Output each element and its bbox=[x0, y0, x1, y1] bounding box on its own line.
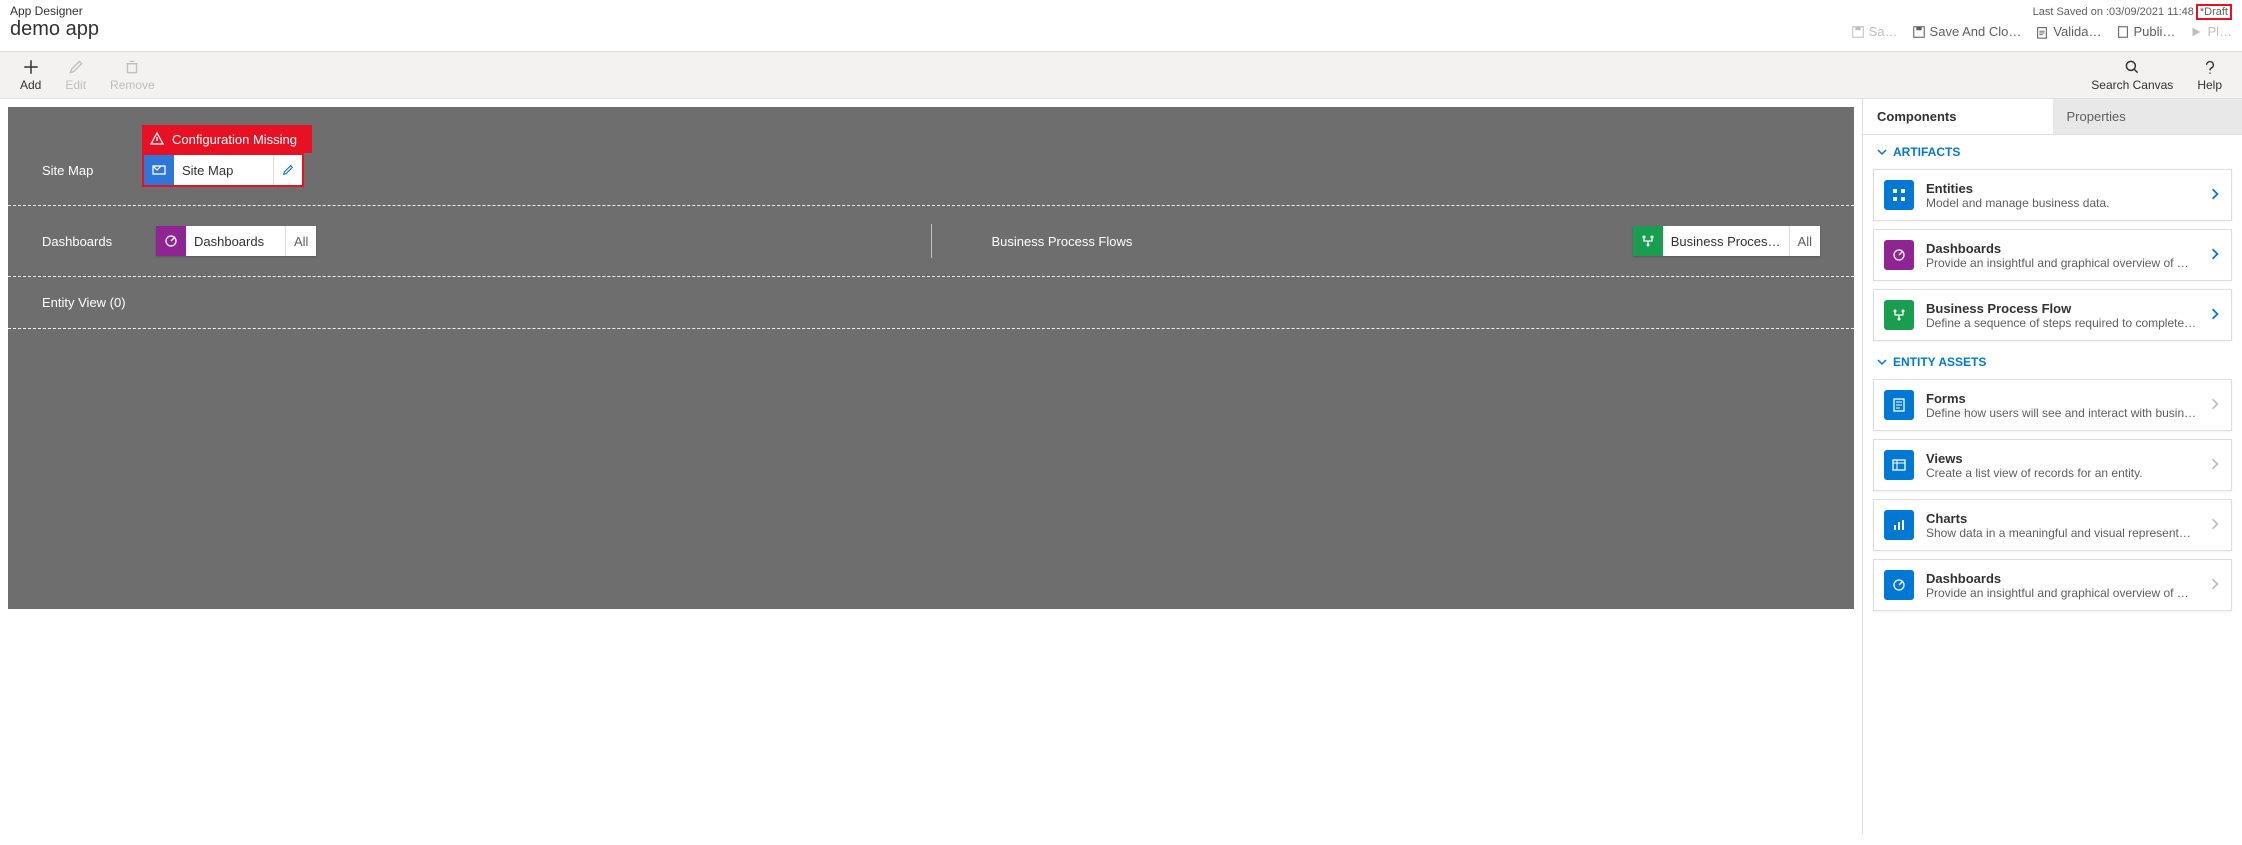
add-button[interactable]: Add bbox=[20, 58, 41, 92]
save-icon bbox=[1851, 25, 1865, 39]
remove-button: Remove bbox=[110, 58, 155, 92]
canvas-area: Configuration Missing Site Map Site Map bbox=[0, 99, 1862, 834]
tab-properties[interactable]: Properties bbox=[2053, 99, 2242, 135]
draft-badge: *Draft bbox=[2196, 4, 2232, 20]
tab-components[interactable]: Components bbox=[1863, 99, 2053, 135]
search-icon bbox=[2123, 58, 2141, 76]
app-title: demo app bbox=[10, 18, 99, 41]
bpf-all-link[interactable]: All bbox=[1790, 234, 1820, 249]
play-icon bbox=[2189, 25, 2203, 39]
publish-button[interactable]: Publi… bbox=[2116, 24, 2176, 39]
card-bpf[interactable]: Business Process Flow Define a sequence … bbox=[1873, 289, 2232, 341]
edit-button: Edit bbox=[65, 58, 86, 92]
toolbar: Add Edit Remove Search Canvas Help bbox=[0, 52, 2242, 99]
validate-icon bbox=[2035, 25, 2049, 39]
card-charts[interactable]: Charts Show data in a meaningful and vis… bbox=[1873, 499, 2232, 551]
validate-button[interactable]: Valida… bbox=[2035, 24, 2101, 39]
header-bar: App Designer demo app Last Saved on :03/… bbox=[0, 0, 2242, 52]
dashboards-label: Dashboards bbox=[42, 234, 142, 249]
group-artifacts[interactable]: ARTIFACTS bbox=[1863, 135, 2242, 165]
site-map-label: Site Map bbox=[42, 163, 142, 178]
last-saved-text: Last Saved on :03/09/2021 11:48 bbox=[2033, 6, 2194, 18]
plus-icon bbox=[22, 58, 40, 76]
pencil-icon bbox=[67, 58, 85, 76]
entity-view-label: Entity View (0) bbox=[42, 295, 126, 310]
chevron-right-icon bbox=[2209, 188, 2221, 203]
save-and-close-button[interactable]: Save And Clo… bbox=[1912, 24, 2022, 39]
edit-sitemap-button[interactable] bbox=[274, 155, 302, 185]
chevron-down-icon bbox=[1877, 357, 1887, 367]
forms-icon bbox=[1884, 390, 1914, 420]
card-views[interactable]: Views Create a list view of records for … bbox=[1873, 439, 2232, 491]
help-icon bbox=[2201, 58, 2219, 76]
chevron-right-icon bbox=[2209, 248, 2221, 263]
chevron-right-icon bbox=[2209, 308, 2221, 323]
save-button[interactable]: Sa… bbox=[1851, 24, 1898, 39]
charts-icon bbox=[1884, 510, 1914, 540]
save-status: Last Saved on :03/09/2021 11:48 *Draft bbox=[2033, 4, 2232, 20]
divider bbox=[931, 224, 932, 258]
bpf-label: Business Process Flows bbox=[992, 234, 1133, 249]
card-dashboards[interactable]: Dashboards Provide an insightful and gra… bbox=[1873, 229, 2232, 281]
bpf-tile[interactable]: Business Proces… All bbox=[1633, 226, 1820, 256]
entities-icon bbox=[1884, 180, 1914, 210]
right-panel: Components Properties ARTIFACTS Entities… bbox=[1862, 99, 2242, 834]
dashboard-icon bbox=[1884, 240, 1914, 270]
flow-icon bbox=[1884, 300, 1914, 330]
chevron-right-icon bbox=[2209, 458, 2221, 473]
group-entity-assets[interactable]: ENTITY ASSETS bbox=[1863, 345, 2242, 375]
card-dashboards-asset[interactable]: Dashboards Provide an insightful and gra… bbox=[1873, 559, 2232, 611]
dashboards-tile[interactable]: Dashboards All bbox=[156, 226, 316, 256]
play-button[interactable]: Pl… bbox=[2189, 24, 2232, 39]
chevron-right-icon bbox=[2209, 518, 2221, 533]
sitemap-icon bbox=[144, 155, 174, 185]
chevron-down-icon bbox=[1877, 147, 1887, 157]
publish-icon bbox=[2116, 25, 2130, 39]
trash-icon bbox=[123, 58, 141, 76]
search-canvas-button[interactable]: Search Canvas bbox=[2091, 58, 2173, 92]
dashboard-icon bbox=[156, 226, 186, 256]
chevron-right-icon bbox=[2209, 578, 2221, 593]
card-entities[interactable]: Entities Model and manage business data. bbox=[1873, 169, 2232, 221]
save-close-icon bbox=[1912, 25, 1926, 39]
card-forms[interactable]: Forms Define how users will see and inte… bbox=[1873, 379, 2232, 431]
help-button[interactable]: Help bbox=[2197, 58, 2222, 92]
site-map-tile[interactable]: Site Map bbox=[142, 153, 304, 187]
views-icon bbox=[1884, 450, 1914, 480]
chevron-right-icon bbox=[2209, 398, 2221, 413]
breadcrumb: App Designer bbox=[10, 4, 99, 18]
flow-icon bbox=[1633, 226, 1663, 256]
warning-icon bbox=[142, 131, 172, 147]
pencil-icon bbox=[281, 163, 295, 177]
config-missing-banner: Configuration Missing bbox=[142, 125, 312, 153]
dashboard-icon bbox=[1884, 570, 1914, 600]
dashboards-all-link[interactable]: All bbox=[286, 234, 316, 249]
